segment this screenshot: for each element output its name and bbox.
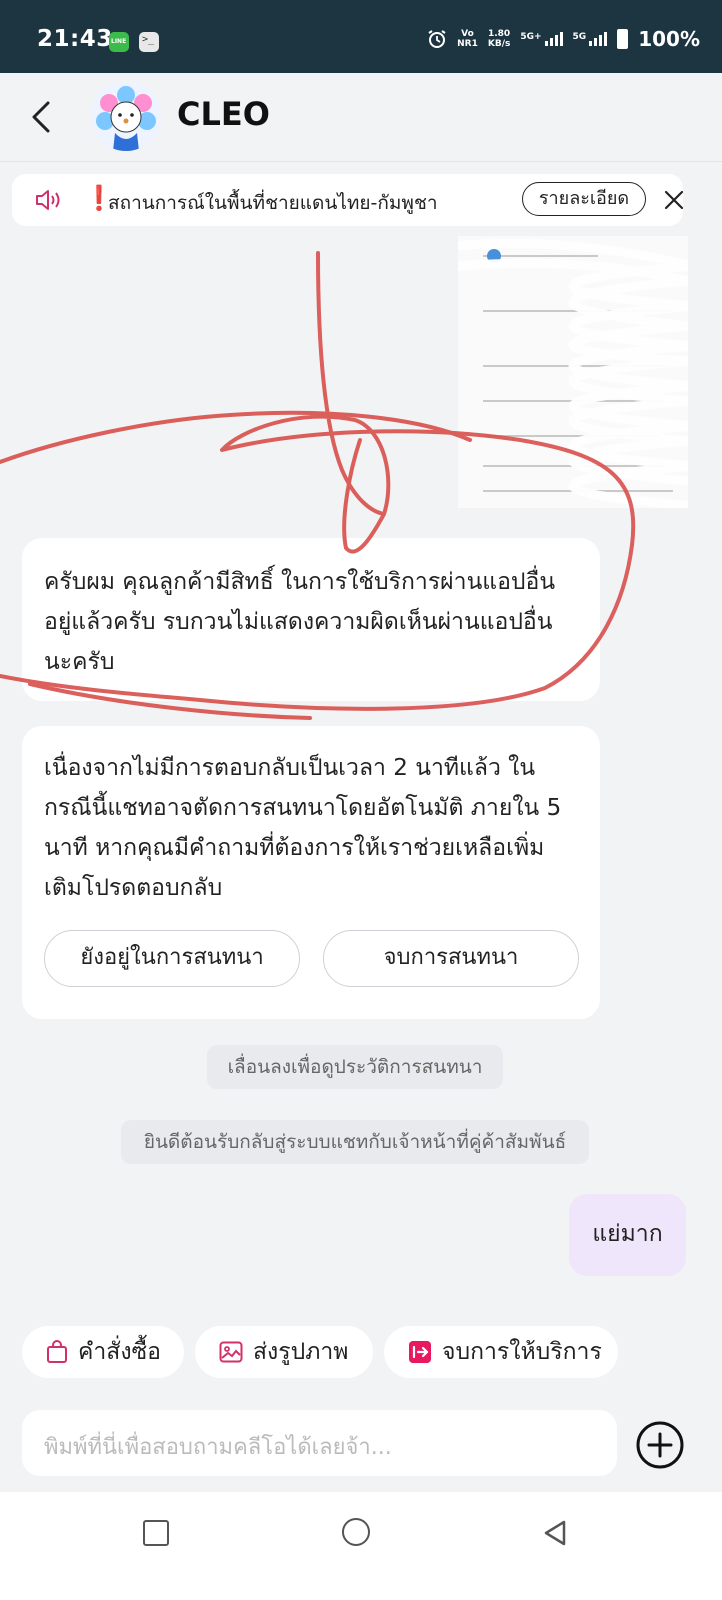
status-time: 21:43 xyxy=(37,26,113,52)
end-chat-button[interactable]: จบการสนทนา xyxy=(323,930,579,987)
send-image-label: ส่งรูปภาพ xyxy=(253,1339,349,1365)
network-type: Vo NR1 xyxy=(457,29,478,49)
end-service-label: จบการให้บริการ xyxy=(442,1339,602,1365)
home-icon[interactable] xyxy=(342,1518,370,1546)
bot-message: ครับผม คุณลูกค้ามีสิทธิ์ ในการใช้บริการผ… xyxy=(22,538,600,701)
back-triangle-icon[interactable] xyxy=(540,1518,570,1548)
recent-apps-icon[interactable] xyxy=(143,1520,169,1546)
announcement-text: สถานการณ์ในพื้นที่ชายแดนไทย-กัมพูชา xyxy=(108,192,438,214)
chat-title: CLEO xyxy=(177,95,270,133)
add-attachment-icon[interactable] xyxy=(635,1420,685,1470)
details-button[interactable]: รายละเอียด xyxy=(522,182,646,216)
status-bar: 21:43 Vo NR1 1.80 KB/s 5G+ 5G 100% xyxy=(0,0,722,73)
message-input-placeholder: พิมพ์ที่นี่เพื่อสอบถามคลีโอได้เลยจ้า... xyxy=(44,1435,392,1460)
stay-in-chat-button[interactable]: ยังอยู่ในการสนทนา xyxy=(44,930,300,987)
bot-message-timeout: เนื่องจากไม่มีการตอบกลับเป็นเวลา 2 นาทีแ… xyxy=(22,726,600,1019)
chat-header: CLEO xyxy=(0,73,722,162)
signal-icon: 5G+ xyxy=(520,32,563,46)
network-speed: 1.80 KB/s xyxy=(487,29,511,49)
send-image-button[interactable]: ส่งรูปภาพ xyxy=(195,1326,373,1378)
system-nav-bar xyxy=(0,1492,722,1600)
orders-label: คำสั่งซื้อ xyxy=(78,1339,161,1365)
avatar[interactable] xyxy=(91,81,161,151)
image-icon xyxy=(219,1341,243,1363)
user-message: แย่มาก xyxy=(569,1194,686,1276)
alarm-icon xyxy=(428,30,446,48)
message-input[interactable]: พิมพ์ที่นี่เพื่อสอบถามคลีโอได้เลยจ้า... xyxy=(22,1410,617,1476)
scroll-history-notice[interactable]: เลื่อนลงเพื่อดูประวัติการสนทนา xyxy=(207,1045,503,1089)
announcement-banner[interactable]: ❗ สถานการณ์ในพื้นที่ชายแดนไทย-กัมพูชา รา… xyxy=(12,174,686,226)
close-icon[interactable] xyxy=(662,188,686,212)
redacted-image-attachment[interactable] xyxy=(452,236,695,511)
signal-icon-2: 5G xyxy=(573,32,608,46)
battery-icon xyxy=(617,29,629,49)
welcome-back-notice: ยินดีต้อนรับกลับสู่ระบบแชทกับเจ้าหน้าที่… xyxy=(121,1120,589,1164)
line-app-icon xyxy=(109,32,129,52)
chevron-left-icon[interactable] xyxy=(28,97,58,137)
end-service-button[interactable]: จบการให้บริการ xyxy=(384,1326,618,1378)
speaker-icon xyxy=(36,190,60,210)
exit-icon xyxy=(409,1341,431,1363)
battery-percent: 100% xyxy=(638,27,700,51)
orders-button[interactable]: คำสั่งซื้อ xyxy=(22,1326,184,1378)
shopping-bag-icon xyxy=(47,1340,67,1363)
message-text: ครับผม คุณลูกค้ามีสิทธิ์ ในการใช้บริการผ… xyxy=(44,569,556,675)
message-text: เนื่องจากไม่มีการตอบกลับเป็นเวลา 2 นาทีแ… xyxy=(44,755,562,901)
terminal-app-icon xyxy=(139,32,159,52)
